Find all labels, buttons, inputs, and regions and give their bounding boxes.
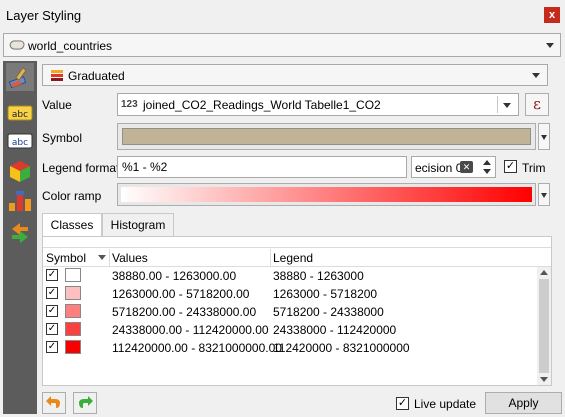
table-row[interactable]: ✓ 24338000.00 - 112420000.00 24338000 - … [43, 320, 549, 338]
sort-down-icon [98, 255, 106, 260]
class-legend: 112420000 - 8321000000 [273, 341, 410, 355]
table-row[interactable]: ✓ 112420000.00 - 8321000000.00 112420000… [43, 338, 549, 356]
precision-text: ecision 0 [415, 161, 463, 175]
column-header-symbol[interactable]: Symbol [46, 251, 86, 265]
svg-text:abc: abc [12, 110, 28, 120]
legend-format-input[interactable] [118, 157, 406, 177]
window-title: Layer Styling [6, 8, 82, 23]
layer-select[interactable]: world_countries [3, 33, 561, 57]
class-checkbox[interactable]: ✓ [46, 287, 58, 299]
class-checkbox[interactable]: ✓ [46, 269, 58, 281]
field-type-badge: 123 [121, 99, 138, 110]
tab-histogram[interactable]: Histogram [102, 213, 174, 237]
trim-checkbox[interactable]: ✓ [504, 160, 517, 173]
scroll-down-icon[interactable] [540, 377, 548, 382]
redo-button[interactable] [73, 392, 97, 414]
scrollbar-thumb[interactable] [539, 279, 549, 373]
chevron-down-icon [541, 193, 547, 198]
table-row[interactable]: ✓ 5718200.00 - 24338000.00 5718200 - 243… [43, 302, 549, 320]
layer-name: world_countries [28, 39, 113, 53]
class-color-swatch[interactable] [65, 286, 81, 300]
color-ramp-label: Color ramp [42, 189, 102, 203]
color-ramp-preview [121, 187, 532, 202]
column-divider [109, 249, 110, 266]
combo-separator [497, 96, 498, 113]
value-field-select[interactable]: 123 joined_CO2_Readings_World Tabelle1_C… [117, 93, 519, 116]
chevron-down-icon [541, 135, 547, 140]
close-icon[interactable]: x [544, 7, 560, 23]
undo-button[interactable] [42, 392, 66, 414]
class-values: 112420000.00 - 8321000000.00 [112, 341, 282, 355]
spin-up-icon[interactable] [483, 160, 491, 165]
class-values: 24338000.00 - 112420000.00 [112, 323, 269, 337]
chevron-down-icon [546, 43, 554, 48]
3d-view-tab[interactable] [6, 157, 34, 185]
class-legend: 5718200 - 24338000 [273, 305, 384, 319]
masks-abc-icon: abc [7, 133, 33, 149]
symbol-menu-button[interactable] [538, 123, 550, 150]
class-checkbox[interactable]: ✓ [46, 341, 58, 353]
vertical-scrollbar[interactable] [537, 267, 551, 385]
column-header-values[interactable]: Values [112, 251, 148, 265]
masks-tab[interactable]: abc [6, 127, 34, 155]
class-values: 1263000.00 - 5718200.00 [112, 287, 250, 301]
apply-button[interactable]: Apply [485, 392, 562, 414]
spin-down-icon[interactable] [483, 169, 491, 174]
legend-format-label: Legend format [42, 161, 120, 175]
trim-label: Trim [522, 161, 546, 175]
title-bar: Layer Styling x [0, 0, 565, 31]
class-legend: 38880 - 1263000 [273, 269, 364, 283]
class-checkbox[interactable]: ✓ [46, 323, 58, 335]
legend-format-field [117, 156, 407, 178]
diagrams-icon [9, 191, 31, 211]
class-values: 38880.00 - 1263000.00 [112, 269, 237, 283]
style-sidebar: abc abc [3, 61, 37, 414]
chevron-down-icon [503, 103, 511, 108]
labels-abc-icon: abc [7, 105, 33, 121]
symbology-paintbrush-icon [8, 67, 27, 89]
labels-tab[interactable]: abc [6, 99, 34, 127]
symbology-tab[interactable] [6, 63, 34, 91]
undo-arrow-icon [46, 396, 60, 408]
chevron-down-icon [532, 73, 540, 78]
scroll-up-icon[interactable] [540, 270, 548, 275]
class-legend: 24338000 - 112420000 [273, 323, 397, 337]
precision-spinbox[interactable]: ecision 0 ✕ [411, 156, 496, 178]
renderer-label: Graduated [68, 69, 125, 83]
value-field-name: joined_CO2_Readings_World Tabelle1_CO2 [143, 98, 381, 112]
classes-panel: Symbol Values Legend ✓ 38880.00 - 126300… [42, 236, 552, 386]
tab-classes[interactable]: Classes [42, 213, 102, 237]
redo-arrow-icon [79, 396, 93, 408]
table-header: Symbol Values Legend [43, 247, 551, 267]
color-ramp-menu-button[interactable] [538, 183, 550, 206]
clear-icon[interactable]: ✕ [460, 161, 473, 173]
value-label: Value [42, 98, 72, 112]
svg-text:abc: abc [12, 138, 28, 148]
class-legend: 1263000 - 5718200 [273, 287, 378, 301]
class-color-swatch[interactable] [65, 340, 81, 354]
class-color-swatch[interactable] [65, 322, 81, 336]
class-color-swatch[interactable] [65, 304, 81, 318]
column-divider [270, 249, 271, 266]
diagrams-tab[interactable] [6, 187, 34, 215]
color-ramp-button[interactable] [117, 183, 536, 206]
graduated-renderer-icon [51, 70, 63, 81]
table-row[interactable]: ✓ 38880.00 - 1263000.00 38880 - 1263000 [43, 266, 549, 284]
symbol-label: Symbol [42, 131, 83, 145]
class-values: 5718200.00 - 24338000.00 [112, 305, 257, 319]
history-icon [12, 223, 28, 243]
column-header-legend[interactable]: Legend [273, 251, 313, 265]
live-update-label: Live update [414, 397, 477, 411]
table-row[interactable]: ✓ 1263000.00 - 5718200.00 1263000 - 5718… [43, 284, 549, 302]
symbol-button[interactable] [117, 123, 536, 150]
symbol-swatch [122, 128, 531, 145]
3d-view-cube-icon [10, 161, 30, 182]
class-checkbox[interactable]: ✓ [46, 305, 58, 317]
live-update-checkbox[interactable]: ✓ [396, 397, 409, 410]
expression-button[interactable]: ε [525, 93, 549, 116]
history-tab[interactable] [6, 217, 34, 245]
polygon-layer-icon [9, 40, 25, 50]
renderer-select[interactable]: Graduated [42, 64, 548, 86]
class-color-swatch[interactable] [65, 268, 81, 282]
